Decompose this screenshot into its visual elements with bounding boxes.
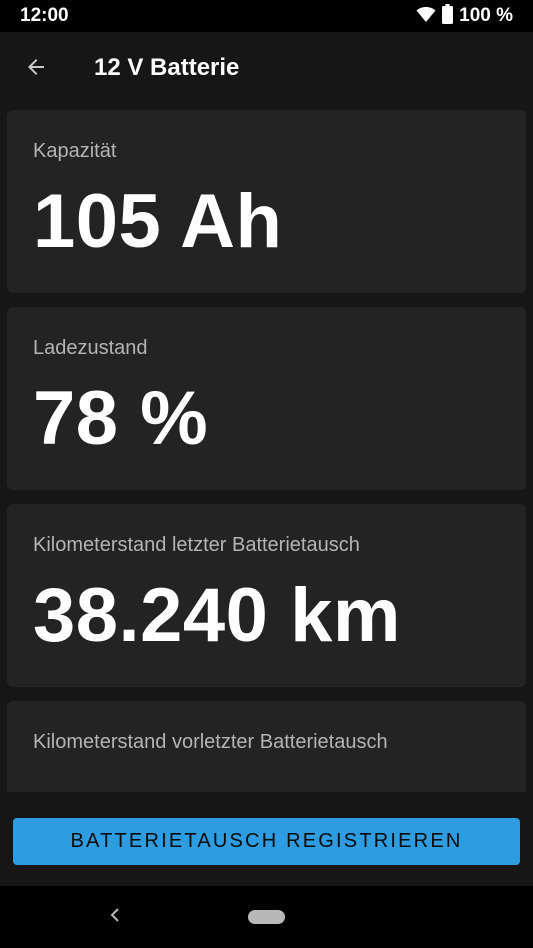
battery-info-list[interactable]: Kapazität 105 Ah Ladezustand 78 % Kilome… <box>0 104 533 792</box>
last-replacement-card: Kilometerstand letzter Batterietausch 38… <box>7 504 526 687</box>
back-button[interactable] <box>18 51 54 87</box>
page-title: 12 V Batterie <box>94 54 240 81</box>
nav-home-pill[interactable] <box>248 910 285 924</box>
nav-back-button[interactable] <box>104 906 126 928</box>
nav-back-icon <box>109 907 121 928</box>
battery-percentage: 100 % <box>459 5 513 26</box>
status-bar: 12:00 100 % <box>0 0 533 32</box>
capacity-card: Kapazität 105 Ah <box>7 110 526 293</box>
arrow-left-icon <box>24 55 48 84</box>
register-replacement-button[interactable]: BATTERIETAUSCH REGISTRIEREN <box>13 818 520 865</box>
previous-replacement-card: Kilometerstand vorletzter Batterietausch <box>7 701 526 792</box>
wifi-icon <box>416 5 436 28</box>
navigation-bar <box>0 886 533 948</box>
capacity-value: 105 Ah <box>33 179 283 264</box>
status-icons: 100 % <box>416 3 513 29</box>
last-replacement-label: Kilometerstand letzter Batterietausch <box>33 534 360 556</box>
capacity-label: Kapazität <box>33 140 117 162</box>
battery-icon <box>442 3 454 29</box>
app-bar: 12 V Batterie <box>0 32 533 104</box>
charge-state-card: Ladezustand 78 % <box>7 307 526 490</box>
action-area: BATTERIETAUSCH REGISTRIEREN <box>0 792 533 886</box>
screen: 12:00 100 % 12 V Batterie Kapazität 105 … <box>0 0 533 948</box>
last-replacement-value: 38.240 km <box>33 573 401 658</box>
charge-state-value: 78 % <box>33 376 209 461</box>
status-time: 12:00 <box>20 5 69 26</box>
charge-state-label: Ladezustand <box>33 337 148 359</box>
previous-replacement-label: Kilometerstand vorletzter Batterietausch <box>33 731 388 753</box>
